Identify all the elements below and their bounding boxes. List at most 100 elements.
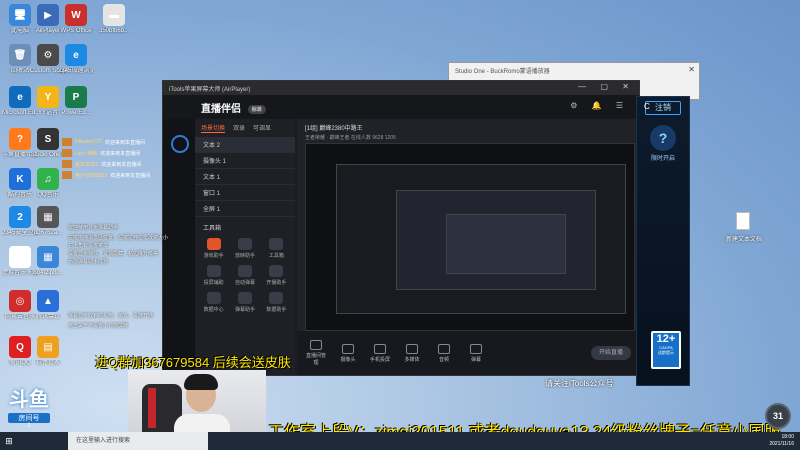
scene-item[interactable]: 文本 2 <box>195 137 295 153</box>
tool-button[interactable]: 放映助手 <box>230 238 259 259</box>
scene-list: 文本 2 摄像头 1 文本 1 窗口 1 全屏 1 <box>195 137 295 217</box>
app-icon: S <box>37 128 59 150</box>
tool-button[interactable]: 自动弹幕 <box>230 265 259 286</box>
main-window[interactable]: iTools苹果屏幕大师 (AirPlayer) — ▢ ✕ 直播伴侣 标准 ⚙… <box>162 80 640 376</box>
tool-button[interactable]: 数据助手 <box>262 292 291 313</box>
tool-button[interactable]: 游戏助手 <box>199 238 228 259</box>
windows-start-icon[interactable]: ⊞ <box>0 432 18 450</box>
desktop-icon[interactable]: ▬ 350bfb6b... <box>96 4 132 35</box>
text-file-icon[interactable] <box>736 212 750 230</box>
room-info: [1组] 巅峰2380中路王 王者荣耀 · 巅峰王者 在线人数 9628 120… <box>297 119 639 145</box>
taskbar: ⊞ 在这里输入进行搜索 18:00 2021/11/16 <box>0 432 800 450</box>
tool-button[interactable]: 开播助手 <box>262 265 291 286</box>
bottom-toolbar: 直播间管理 摄像头 手机投屏 多媒体 音频 弹幕 开始直播 <box>297 331 639 375</box>
app-icon: ◎ <box>9 290 31 312</box>
scene-item[interactable]: 全屏 1 <box>195 201 295 217</box>
age-rating-badge: 12+ CADPA 适龄提示 <box>651 331 681 369</box>
tool-icon <box>237 265 252 277</box>
chat-text: 欢迎来到本直播间 <box>104 139 145 146</box>
bottom-toolbar-button[interactable]: 弹幕 <box>465 343 487 363</box>
clock-date: 2021/11/16 <box>769 441 794 447</box>
panel-tab[interactable]: 场景切换 <box>201 123 226 133</box>
clock-time: 18:00 <box>781 434 794 440</box>
user-badge-icon <box>62 160 72 168</box>
chat-hint-line: 设置显示特效、置顶隐藏、粘边降升级等 <box>68 251 159 257</box>
desktop-icon[interactable]: ♫ QQ音乐 <box>30 168 66 199</box>
desktop-icon-label: 腾讯会议 <box>35 314 60 320</box>
tool-label: 开播助手 <box>266 280 287 286</box>
tool-icon <box>206 238 221 250</box>
desktop-icon[interactable]: S Studio One 4 <box>30 128 66 159</box>
desktop-icon[interactable]: ▲ 腾讯会议 <box>30 290 66 321</box>
counter-badge: 31 <box>765 403 791 429</box>
tool-button[interactable]: 投屏辅助 <box>199 265 228 286</box>
header-icons[interactable]: ⚙ 🔔 ☰ <box>570 101 629 110</box>
tool-icon <box>237 238 252 250</box>
panel-tab[interactable]: 可调显 <box>253 123 271 133</box>
window-controls[interactable]: — ▢ ✕ <box>578 82 635 91</box>
toolbar-icon <box>438 343 450 354</box>
panel-tabs: 场景切换 双录 可调显 <box>195 119 295 137</box>
taskbar-search-input[interactable]: 在这里输入进行搜索 <box>68 432 208 450</box>
app-icon: ▤ <box>37 336 59 358</box>
room-title: [1组] 巅峰2380中路王 <box>305 126 363 132</box>
taskbar-clock[interactable]: 18:00 2021/11/16 <box>769 434 794 448</box>
desktop-icon[interactable]: W WPS Office <box>58 4 94 35</box>
scene-item[interactable]: 窗口 1 <box>195 185 295 201</box>
start-stream-button[interactable]: 开始直播 <box>591 346 631 360</box>
tool-button[interactable]: 数据中心 <box>199 292 228 313</box>
panel-tab[interactable]: 双录 <box>233 123 245 133</box>
register-button[interactable]: 注销 <box>645 101 681 115</box>
desktop-icon-label: 2345加速浏览器 <box>58 68 94 74</box>
toolbar-icon <box>310 340 322 350</box>
tool-label: 放映助手 <box>234 253 255 259</box>
desktop-icon-label: Studio One 4 <box>30 152 66 158</box>
qq-group-overlay: 进Q群加367679584 后续会送皮肤 <box>95 355 291 370</box>
toolbar-label: 音频 <box>438 356 449 363</box>
desktop-icon-label: 350bfb6b... <box>98 28 130 34</box>
tool-icon <box>206 265 221 277</box>
stream-preview[interactable] <box>305 143 635 331</box>
help-icon[interactable]: ? <box>650 125 676 151</box>
app-icon: ♪ <box>9 246 31 268</box>
desktop-icon[interactable]: ▤ 软件管家 <box>30 336 66 367</box>
window-titlebar[interactable]: iTools苹果屏幕大师 (AirPlayer) — ▢ ✕ <box>163 81 639 95</box>
scene-item[interactable]: 文本 1 <box>195 169 295 185</box>
bottom-toolbar-button[interactable]: 直播间管理 <box>305 340 327 366</box>
tool-button[interactable]: 弹幕助手 <box>230 292 259 313</box>
bottom-toolbar-button[interactable]: 摄像头 <box>337 343 359 363</box>
app-icon: ▶ <box>37 4 59 26</box>
desktop-icon-label: 8b6762a... <box>33 230 63 236</box>
desktop-icon[interactable]: ▦ 6b4f2ip8i... <box>30 246 66 277</box>
desktop-icon[interactable]: P PowerEd... <box>58 86 94 117</box>
bottom-toolbar-button[interactable]: 多媒体 <box>401 343 423 363</box>
app-icon: ▲ <box>37 290 59 312</box>
bottom-toolbar-button[interactable]: 音频 <box>433 343 455 363</box>
tool-icon <box>269 265 284 277</box>
chat-hint-line: 欢迎使用斗鱼弹幕助手 <box>68 225 119 231</box>
tool-icon <box>269 292 284 304</box>
app-icon: P <box>65 86 87 108</box>
wechat-note: 请关注iTools公众号 <box>545 379 614 388</box>
user-badge-icon <box>62 138 72 146</box>
toolbar-icon <box>406 343 418 354</box>
text-file-label: 新建文本文档 <box>725 237 762 243</box>
chat-text: 欢迎来到本直播间 <box>101 161 142 168</box>
desktop-icon[interactable]: e 2345加速浏览器 <box>58 44 94 75</box>
desktop-icon-label: PowerEd... <box>61 110 91 116</box>
window-title: iTools苹果屏幕大师 (AirPlayer) <box>169 87 251 93</box>
tool-label: 数据中心 <box>203 307 224 313</box>
close-icon[interactable]: ✕ <box>688 65 695 74</box>
chat-username: 金年华321 <box>75 161 99 168</box>
app-icon: ▬ <box>103 4 125 26</box>
tool-button[interactable]: 工具箱 <box>262 238 291 259</box>
person-hair <box>184 374 218 390</box>
side-letter: C <box>644 102 650 111</box>
scene-item[interactable]: 摄像头 1 <box>195 153 295 169</box>
app-icon: ♫ <box>37 168 59 190</box>
side-panel: 注销 ? 限时开启 12+ CADPA 适龄提示 <box>636 96 690 386</box>
app-icon: Q <box>9 336 31 358</box>
desktop-icon-label: 6b4f2ip8i... <box>33 270 63 276</box>
bottom-toolbar-button[interactable]: 手机投屏 <box>369 343 391 363</box>
desktop-icon[interactable]: ▦ 8b6762a... <box>30 206 66 237</box>
